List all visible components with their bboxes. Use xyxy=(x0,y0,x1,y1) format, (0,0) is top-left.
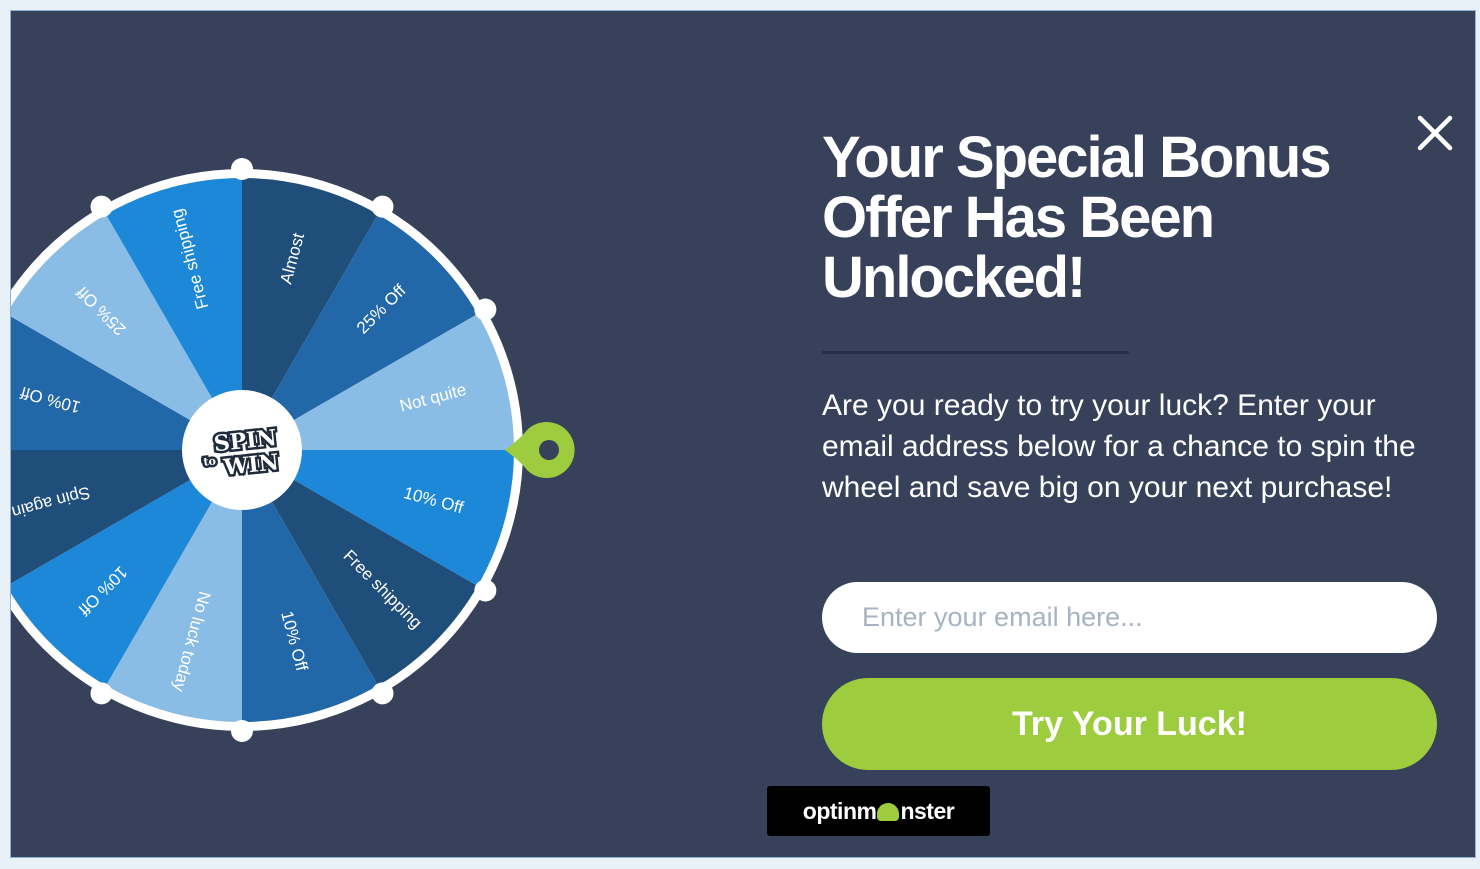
wheel-peg xyxy=(474,298,497,321)
spin-to-win-logo-text: to xyxy=(203,454,217,468)
prize-wheel-graphic: Almost25% OffNot quite10% OffFree shippi… xyxy=(10,158,575,742)
divider xyxy=(822,351,1129,354)
close-icon xyxy=(1417,115,1453,151)
wheel-peg xyxy=(90,195,113,218)
wheel-peg xyxy=(90,682,113,705)
badge-text-left: optinm xyxy=(802,797,877,824)
wheel-pointer-hole xyxy=(539,440,559,460)
popup-headline: Your Special Bonus Offer Has Been Unlock… xyxy=(822,125,1332,310)
email-field[interactable] xyxy=(822,582,1437,653)
badge-text-right: nster xyxy=(900,797,955,824)
optinmonster-badge[interactable]: optinm nster xyxy=(767,786,990,836)
wheel-peg xyxy=(231,158,253,180)
monster-icon xyxy=(877,803,900,821)
try-your-luck-button[interactable]: Try Your Luck! xyxy=(822,678,1437,770)
wheel-peg xyxy=(371,195,394,218)
prize-wheel[interactable]: Almost 25% Off Not quite 10% Off Free shippi… xyxy=(10,138,575,758)
popup-modal: Almost 25% Off Not quite 10% Off Free shippi… xyxy=(10,10,1476,858)
popup-description: Are you ready to try your luck? Enter yo… xyxy=(822,389,1416,504)
close-button[interactable] xyxy=(1412,110,1458,156)
wheel-peg xyxy=(231,720,253,742)
wheel-peg xyxy=(371,682,394,705)
wheel-peg xyxy=(474,579,497,602)
